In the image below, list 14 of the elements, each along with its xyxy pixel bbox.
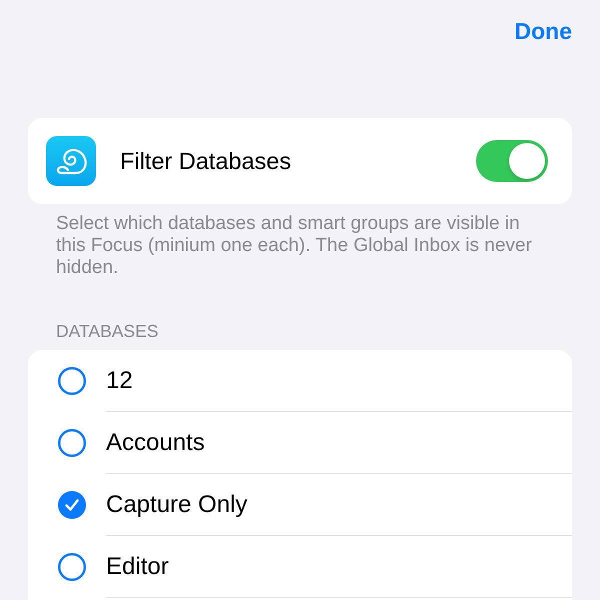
done-button[interactable]: Done <box>514 16 572 46</box>
empty-circle-icon[interactable] <box>58 429 86 457</box>
checked-circle-icon[interactable] <box>58 491 86 519</box>
database-name[interactable]: 12 <box>106 366 133 394</box>
filter-databases-label: Filter Databases <box>120 148 292 174</box>
section-header: DATABASES <box>56 321 158 341</box>
empty-circle-icon[interactable] <box>58 367 86 395</box>
database-name[interactable]: Editor <box>106 552 169 580</box>
database-name[interactable]: Capture Only <box>106 490 248 518</box>
empty-circle-icon[interactable] <box>58 553 86 581</box>
footer-description: Select which databases and smart groups are visible in this Focus (minium one each). The Global Inbox is never hidden. <box>56 213 533 279</box>
filter-toggle[interactable] <box>476 140 548 182</box>
database-name[interactable]: Accounts <box>106 428 205 456</box>
spiral-shell-icon <box>46 136 96 186</box>
